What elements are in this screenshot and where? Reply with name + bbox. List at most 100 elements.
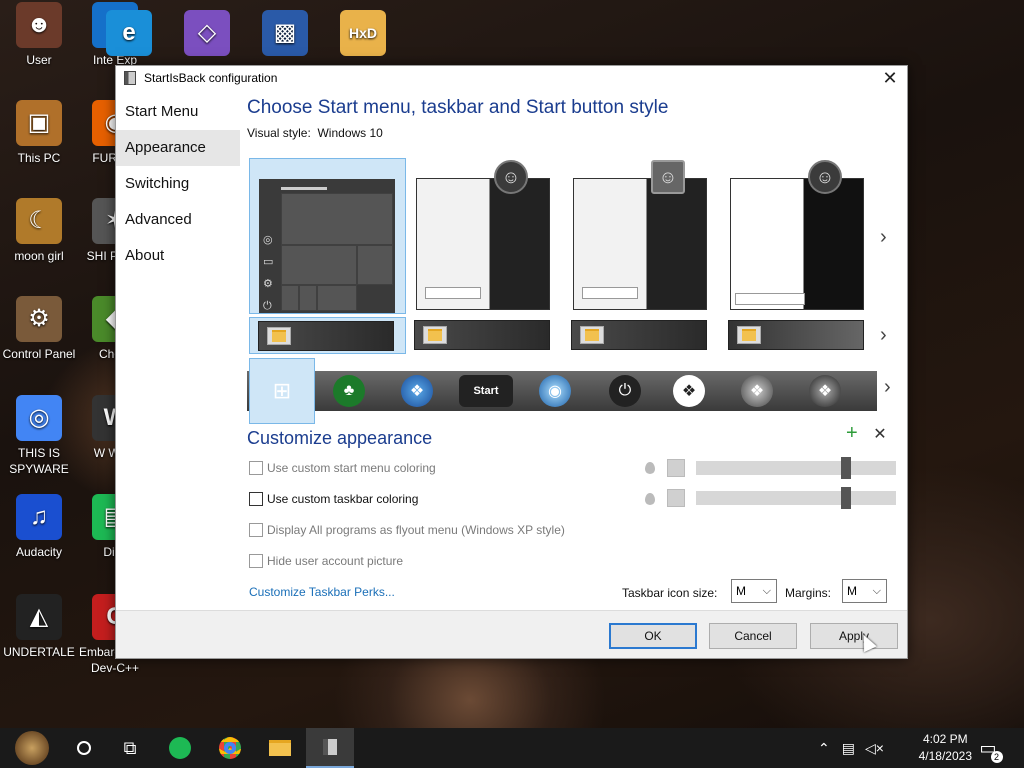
title-bar[interactable]: StartIsBack configuration ✕	[116, 66, 907, 90]
visual-style-label: Visual style:	[247, 126, 311, 140]
nav-item-about[interactable]: About	[116, 238, 240, 274]
search-button[interactable]	[60, 728, 108, 768]
desktop-icon[interactable]: ☻ User	[0, 2, 78, 68]
sidebar-nav: Start Menu Appearance Switching Advanced…	[116, 94, 240, 274]
windows-orb-icon: ❖	[817, 383, 833, 400]
clover-icon: ♣	[343, 382, 355, 399]
search-circle-icon	[77, 741, 91, 755]
start-menu-style-win7[interactable]: ☺	[406, 158, 563, 314]
next-start-button-styles-icon[interactable]: ›	[884, 376, 891, 399]
section-tools: + ✕	[846, 422, 887, 445]
power-icon: ⏻	[618, 382, 632, 399]
apply-button[interactable]: Apply	[810, 623, 898, 649]
action-center-button[interactable]: ▭ 2	[964, 728, 1012, 768]
start-button[interactable]	[8, 728, 56, 768]
nav-item-advanced[interactable]: Advanced	[116, 202, 240, 238]
taskbar-startisback[interactable]	[306, 728, 354, 768]
slider-thumb[interactable]	[841, 457, 851, 479]
start-button-windows10[interactable]: ⊞	[249, 358, 315, 424]
taskbar-file-explorer[interactable]	[256, 728, 304, 768]
windows-orb-icon: ❖	[749, 383, 765, 400]
select-value: M	[847, 584, 857, 598]
start-button-xp[interactable]: Start	[459, 375, 513, 407]
startisback-config-window: StartIsBack configuration ✕ Start Menu A…	[115, 65, 908, 659]
taskbar-style-3[interactable]	[563, 317, 720, 354]
option-custom-taskbar-coloring[interactable]: Use custom taskbar coloring	[249, 492, 418, 506]
start-menu-style-win10[interactable]: ◎ ▭ ⚙ ⏻	[249, 158, 406, 314]
start-button-glow[interactable]: ◉	[539, 375, 571, 407]
dialog-footer: OK Cancel Apply	[116, 610, 907, 658]
edge-icon[interactable]: e	[90, 10, 168, 60]
appearance-content: Choose Start menu, taskbar and Start but…	[247, 94, 907, 142]
option-all-programs-flyout[interactable]: Display All programs as flyout menu (Win…	[249, 523, 565, 537]
transparency-drop-icon	[645, 493, 655, 505]
start-button-vista[interactable]: ❖	[401, 375, 433, 407]
start-button-silver-orb[interactable]: ❖	[741, 375, 773, 407]
start-button-dark-orb[interactable]: ❖	[809, 375, 841, 407]
slider-thumb[interactable]	[841, 487, 851, 509]
startisback-app-icon	[323, 739, 337, 755]
taskbar-chrome[interactable]	[206, 728, 254, 768]
folder-icon	[423, 326, 447, 344]
power-icon: ⏻	[263, 300, 272, 312]
cancel-button[interactable]: Cancel	[709, 623, 797, 649]
desktop-icon[interactable]: ◎ THIS IS SPYWARE	[0, 395, 78, 477]
start-button-clover[interactable]: ♣	[333, 375, 365, 407]
start-menu-color-swatch[interactable]	[667, 459, 685, 477]
option-custom-start-menu-coloring[interactable]: Use custom start menu coloring	[249, 461, 436, 475]
taskbar-app-green[interactable]	[156, 728, 204, 768]
desktop-icon-label: UNDERTALE	[3, 645, 75, 659]
taskbar-style-4[interactable]	[720, 317, 877, 354]
network-icon[interactable]: ▤	[842, 740, 855, 757]
taskbar-style-2[interactable]	[406, 317, 563, 354]
start-button-white-orb[interactable]: ❖	[673, 375, 705, 407]
hxd-icon[interactable]: HxD	[324, 10, 402, 60]
start-menu-style-win7-square[interactable]: ☺	[563, 158, 720, 314]
windows-orb-icon: ❖	[681, 383, 697, 400]
chevron-up-icon[interactable]: ⌃	[818, 740, 830, 757]
desktop-icon[interactable]: ▣ This PC	[0, 100, 78, 166]
remove-icon[interactable]: ✕	[873, 426, 886, 443]
nav-item-start-menu[interactable]: Start Menu	[116, 94, 240, 130]
next-start-menu-styles-icon[interactable]: ›	[880, 226, 887, 249]
user-avatar-icon: ☺	[494, 160, 528, 194]
close-button[interactable]: ✕	[873, 66, 907, 90]
task-view-button[interactable]: ⧉	[106, 728, 154, 768]
nav-item-switching[interactable]: Switching	[116, 166, 240, 202]
gear-orb-icon	[15, 731, 49, 765]
folder-icon	[269, 740, 291, 756]
page-title: Choose Start menu, taskbar and Start but…	[247, 97, 669, 118]
taskbar-color-swatch[interactable]	[667, 489, 685, 507]
taskbar-icon-size-select[interactable]: M ⌵	[731, 579, 777, 603]
checkbox[interactable]	[249, 492, 263, 506]
taskbar-color-slider[interactable]	[696, 487, 896, 509]
start-button-power[interactable]: ⏻	[609, 375, 641, 407]
add-icon[interactable]: +	[846, 422, 858, 444]
checkbox[interactable]	[249, 554, 263, 568]
margins-select[interactable]: M ⌵	[842, 579, 887, 603]
virtualbox-icon[interactable]: ▩	[246, 10, 324, 60]
volume-muted-icon[interactable]: ◁×	[865, 740, 884, 757]
user-avatar-icon: ☺	[651, 160, 685, 194]
user-icon: ◎	[263, 234, 273, 246]
nav-item-appearance[interactable]: Appearance	[116, 130, 240, 166]
visual-studio-icon[interactable]: ◇	[168, 10, 246, 60]
start-menu-style-classic[interactable]: ☺	[720, 158, 877, 314]
visual-style-value: Windows 10	[317, 126, 383, 140]
start-text-label: Start	[473, 385, 499, 397]
start-menu-color-slider[interactable]	[696, 457, 896, 479]
checkbox[interactable]	[249, 523, 263, 537]
desktop-icon[interactable]: ♫ Audacity	[0, 494, 78, 560]
ring-icon: ◉	[548, 383, 562, 400]
desktop-app-icon: ◇	[184, 10, 230, 56]
option-hide-user-picture[interactable]: Hide user account picture	[249, 554, 403, 568]
desktop-icon[interactable]: ⚙ Control Panel	[0, 296, 78, 362]
startisback-app-icon	[124, 71, 136, 85]
checkbox[interactable]	[249, 461, 263, 475]
desktop-icon[interactable]: ◭ UNDERTALE	[0, 594, 78, 660]
desktop-icon[interactable]: ☾ moon girl	[0, 198, 78, 264]
taskbar-style-1[interactable]	[249, 317, 406, 354]
customize-taskbar-perks-link[interactable]: Customize Taskbar Perks...	[249, 585, 395, 599]
next-taskbar-styles-icon[interactable]: ›	[880, 324, 887, 347]
ok-button[interactable]: OK	[609, 623, 697, 649]
